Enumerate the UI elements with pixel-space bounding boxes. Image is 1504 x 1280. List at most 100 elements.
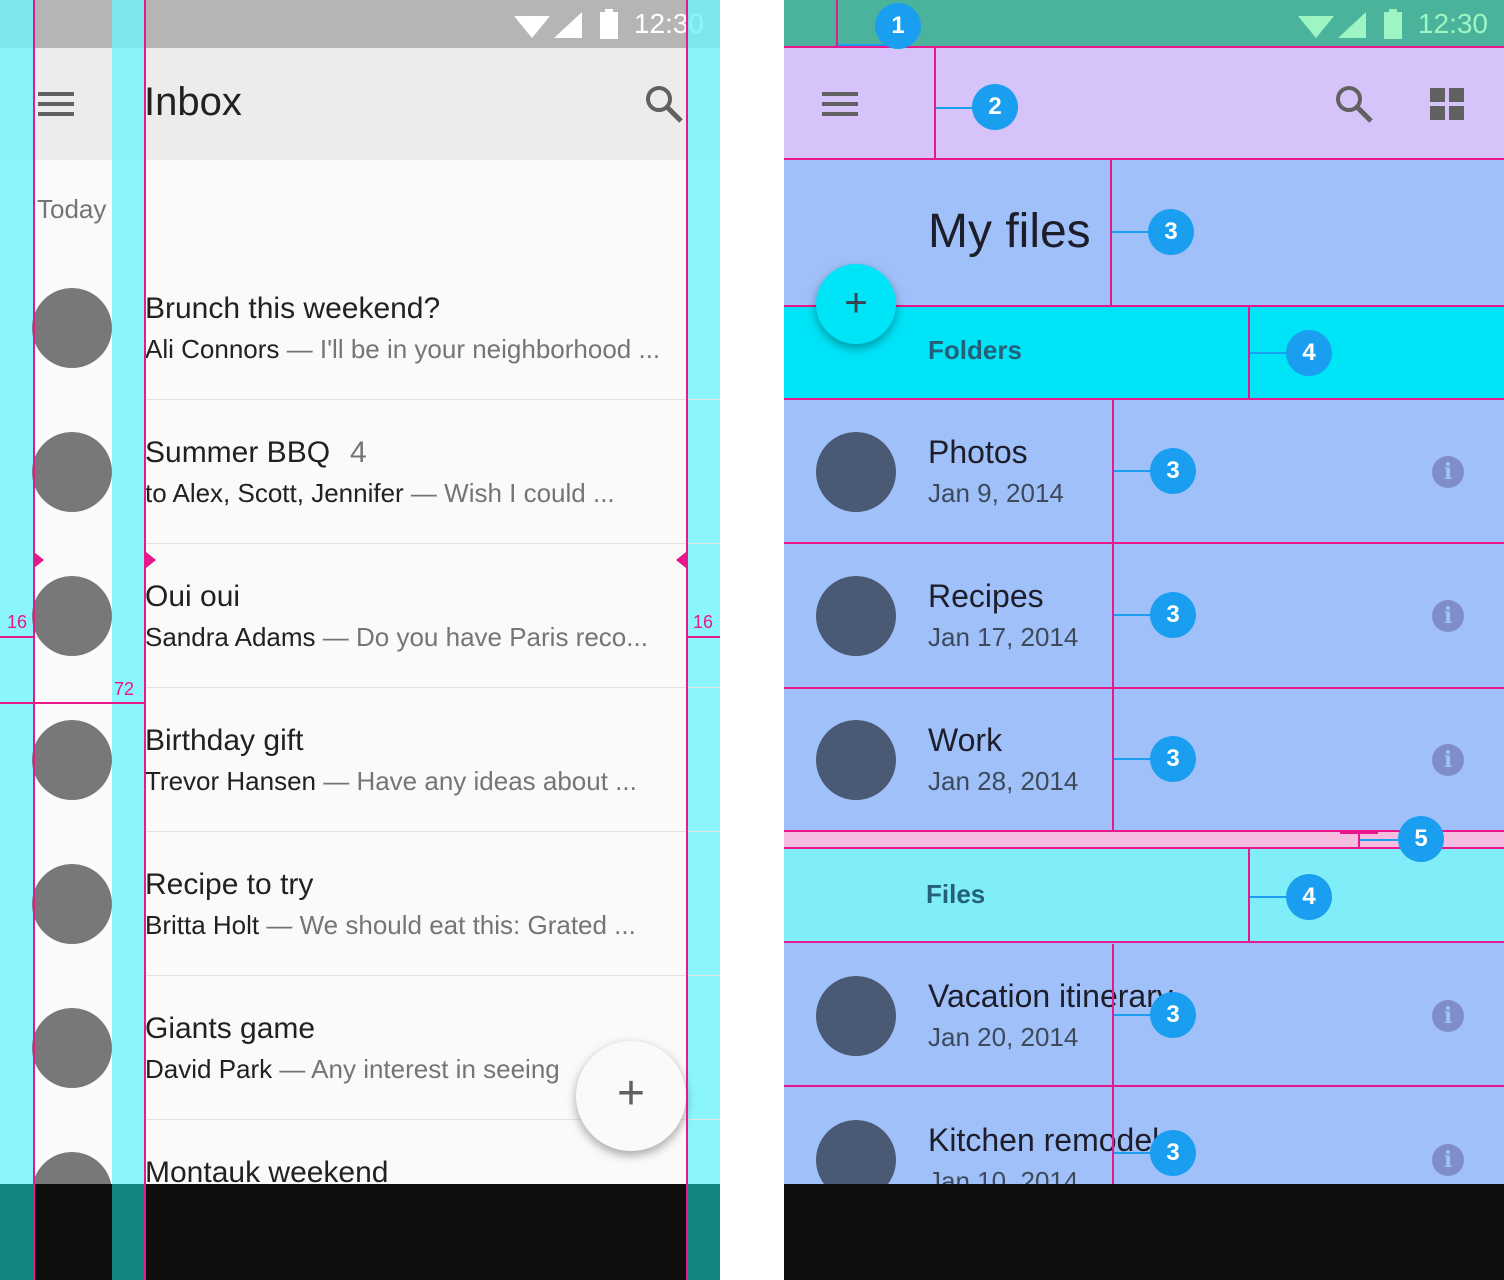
list-item[interactable]: Photos Jan 9, 2014 i — [784, 400, 1504, 544]
message-sender: David Park — [145, 1054, 273, 1084]
leader-line — [1360, 839, 1398, 841]
section-label-today: Today — [37, 194, 107, 224]
list-item[interactable]: Oui oui Sandra Adams — Do you have Paris… — [0, 544, 720, 688]
signal-icon — [1338, 12, 1366, 38]
battery-icon — [600, 9, 618, 39]
navbar-keyline-left — [0, 1184, 34, 1280]
callout-badge: 5 — [1398, 816, 1444, 862]
keyline-72 — [144, 0, 146, 1280]
page-title: Inbox — [144, 80, 242, 124]
keyline-label: 16 — [7, 612, 28, 632]
info-icon[interactable]: i — [1432, 744, 1464, 776]
compose-button[interactable]: + — [576, 1041, 686, 1151]
message-sender: Ali Connors — [145, 334, 280, 364]
message-preview: Britta Holt — We should eat this: Grated… — [145, 910, 685, 941]
list-item[interactable]: Brunch this weekend? Ali Connors — I'll … — [0, 256, 720, 400]
info-icon[interactable]: i — [1432, 456, 1464, 488]
list-item[interactable]: Work Jan 28, 2014 i — [784, 688, 1504, 832]
message-preview: David Park — Any interest in seeing — [145, 1054, 585, 1085]
search-icon[interactable] — [1334, 84, 1374, 124]
list-item[interactable]: Birthday gift Trevor Hansen — Have any i… — [0, 688, 720, 832]
item-date: Jan 10, 2014 — [928, 1166, 1079, 1184]
measure-line — [0, 702, 146, 704]
leader-line — [1114, 614, 1152, 616]
status-bar: 12:30 — [0, 0, 720, 48]
navbar-keyline-content — [112, 1184, 146, 1280]
keyline-label: 16 — [693, 612, 714, 632]
navigation-bar — [0, 1184, 720, 1280]
callout-badge: 1 — [875, 3, 921, 49]
callout-badge: 3 — [1150, 1130, 1196, 1176]
status-time: 12:30 — [1417, 8, 1488, 39]
message-subject-text: Summer BBQ — [145, 436, 331, 469]
message-sender: Sandra Adams — [145, 622, 316, 652]
list-item[interactable]: Vacation itinerary Jan 20, 2014 i — [784, 944, 1504, 1088]
list-item[interactable]: Summer BBQ 4 to Alex, Scott, Jennifer — W… — [0, 400, 720, 544]
leader-line — [1114, 758, 1152, 760]
list-item[interactable]: Recipes Jan 17, 2014 i — [784, 544, 1504, 688]
callout-badge: 3 — [1150, 736, 1196, 782]
arrow-left-icon — [676, 552, 686, 568]
avatar — [32, 720, 112, 800]
boundary-line — [784, 158, 1504, 160]
subheader-label: Files — [926, 879, 986, 909]
leader-line — [936, 107, 974, 109]
navigation-bar — [784, 1184, 1504, 1280]
message-subject: Birthday gift — [145, 724, 304, 757]
subheader-files: Files — [784, 849, 1504, 943]
item-date: Jan 17, 2014 — [928, 622, 1079, 652]
message-subject: Oui oui — [145, 580, 241, 613]
search-icon[interactable] — [644, 84, 684, 124]
boundary-line — [784, 1085, 1504, 1087]
message-preview: to Alex, Scott, Jennifer — Wish I could … — [145, 478, 685, 509]
message-snippet: — Any interest in seeing — [272, 1054, 560, 1084]
subheader-label: Folders — [928, 335, 1022, 365]
leader-line — [1114, 1152, 1152, 1154]
measure-line — [0, 636, 34, 638]
folder-avatar — [816, 720, 896, 800]
measure-line — [836, 0, 838, 46]
boundary-line — [784, 687, 1504, 689]
callout-badge: 4 — [1286, 330, 1332, 376]
item-title: Work — [928, 722, 1003, 758]
file-avatar — [816, 976, 896, 1056]
menu-icon[interactable] — [822, 92, 858, 116]
boundary-line — [784, 542, 1504, 544]
message-subject: Giants game — [145, 1012, 316, 1045]
inbox-screen: 12:30 Inbox Today Brunch this weekend? A… — [0, 0, 720, 1280]
message-count: 4 — [350, 436, 367, 469]
boundary-line — [784, 398, 1504, 400]
message-sender: to Alex, Scott, Jennifer — [145, 478, 404, 508]
measure-tick — [1340, 832, 1378, 834]
menu-icon[interactable] — [38, 92, 74, 116]
callout-badge: 4 — [1286, 874, 1332, 920]
avatar — [32, 864, 112, 944]
item-date: Jan 28, 2014 — [928, 766, 1079, 796]
message-snippet: — I'll be in your neighborhood ... — [279, 334, 661, 364]
item-title: Photos — [928, 434, 1028, 470]
arrow-right-icon — [34, 552, 44, 568]
list-item[interactable]: Recipe to try Britta Holt — We should ea… — [0, 832, 720, 976]
callout-badge: 3 — [1150, 448, 1196, 494]
avatar — [32, 1008, 112, 1088]
message-preview: Trevor Hansen — Have any ideas about ... — [145, 766, 685, 797]
add-button[interactable]: + — [816, 264, 896, 344]
message-sender: Trevor Hansen — [145, 766, 316, 796]
page-title: My files — [928, 205, 1091, 258]
message-subject: Montauk weekend — [145, 1156, 389, 1184]
callout-badge: 2 — [972, 84, 1018, 130]
measure-line — [934, 48, 936, 158]
folder-avatar — [816, 576, 896, 656]
info-icon[interactable]: i — [1432, 1144, 1464, 1176]
message-sender: Britta Holt — [145, 910, 260, 940]
grid-view-icon[interactable] — [1430, 88, 1464, 120]
list-item[interactable]: Kitchen remodel Jan 10, 2014 i — [784, 1088, 1504, 1184]
measure-line — [686, 636, 720, 638]
info-icon[interactable]: i — [1432, 600, 1464, 632]
message-snippet: — Wish I could ... — [403, 478, 615, 508]
item-date: Jan 20, 2014 — [928, 1022, 1079, 1052]
battery-icon — [1384, 9, 1402, 39]
info-icon[interactable]: i — [1432, 1000, 1464, 1032]
leader-line — [1250, 352, 1288, 354]
wifi-icon — [514, 16, 550, 38]
